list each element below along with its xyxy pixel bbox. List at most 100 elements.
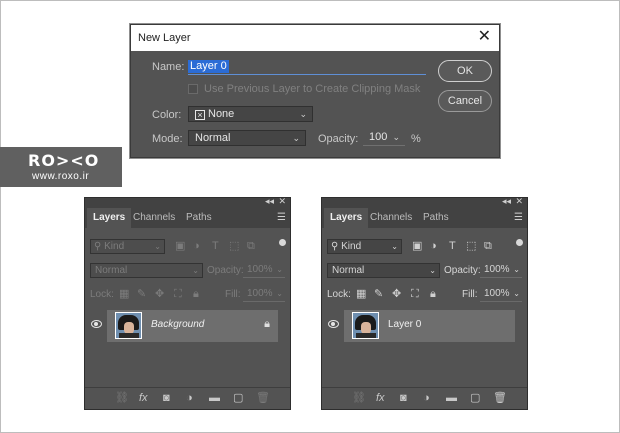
- lock-transparent-icon[interactable]: ▦: [356, 288, 366, 300]
- dialog-titlebar: New Layer ✕: [131, 25, 499, 51]
- fx-icon[interactable]: fx: [139, 392, 148, 404]
- panel-footer: ⛓ fx ◙ ◑ ▬ ▢ 🗑︎: [85, 387, 290, 409]
- fill-value: 100%: [247, 288, 273, 299]
- chevron-down-icon: ⌄: [513, 289, 520, 298]
- lock-all-icon[interactable]: 🔒︎: [193, 288, 199, 300]
- logo-mark: RO><O: [28, 151, 100, 170]
- group-folder-icon[interactable]: ▬: [209, 392, 220, 404]
- lock-all-icon[interactable]: 🔒︎: [430, 288, 436, 300]
- layer-row-background[interactable]: Background 🔒︎: [85, 310, 290, 342]
- add-mask-icon[interactable]: ◙: [163, 392, 170, 404]
- layer-name[interactable]: Background: [151, 319, 204, 330]
- fx-icon[interactable]: fx: [376, 392, 385, 404]
- opacity-input[interactable]: 100% ⌄: [480, 263, 522, 278]
- blend-mode-select[interactable]: Normal ⌄: [90, 263, 203, 278]
- adjustment-filter-icon[interactable]: ◑: [430, 240, 437, 252]
- collapse-icon[interactable]: ◂◂: [265, 196, 274, 207]
- link-layers-icon[interactable]: ⛓: [115, 392, 129, 404]
- tab-paths[interactable]: Paths: [417, 208, 455, 228]
- clipping-mask-checkbox[interactable]: [188, 84, 198, 94]
- filter-kind-select[interactable]: ⚲ Kind ⌄: [327, 239, 402, 254]
- adjustment-layer-icon[interactable]: ◑: [186, 392, 193, 404]
- panel-header: ◂◂ ✕: [85, 196, 290, 208]
- opacity-label: Opacity:: [207, 265, 244, 276]
- layer-name[interactable]: Layer 0: [388, 319, 421, 330]
- filter-toggle-icon[interactable]: [516, 239, 523, 246]
- tab-channels[interactable]: Channels: [127, 208, 181, 228]
- fill-input[interactable]: 100% ⌄: [243, 287, 285, 302]
- blend-mode-select[interactable]: Normal ⌄: [327, 263, 440, 278]
- lock-position-icon[interactable]: ✥: [155, 288, 164, 300]
- cancel-button[interactable]: Cancel: [438, 90, 492, 112]
- lock-label: Lock:: [327, 289, 351, 300]
- new-layer-dialog: New Layer ✕ Name: Layer 0 Use Previous L…: [130, 24, 500, 158]
- filter-kind-select[interactable]: ⚲ Kind ⌄: [90, 239, 165, 254]
- type-filter-icon[interactable]: T: [449, 240, 456, 252]
- adjustment-layer-icon[interactable]: ◑: [423, 392, 430, 404]
- chevron-down-icon: ⌄: [429, 266, 436, 275]
- tab-layers[interactable]: Layers: [324, 208, 369, 228]
- group-folder-icon[interactable]: ▬: [446, 392, 457, 404]
- shape-filter-icon[interactable]: ⬚: [466, 240, 476, 252]
- filter-row: ⚲ Kind ⌄ ▣ ◑ T ⬚ ⧉: [322, 238, 527, 256]
- opacity-input[interactable]: 100% ⌄: [243, 263, 285, 278]
- chevron-down-icon: ⌄: [276, 289, 283, 298]
- panel-footer: ⛓ fx ◙ ◑ ▬ ▢ 🗑︎: [322, 387, 527, 409]
- close-icon[interactable]: ✕: [478, 28, 491, 46]
- filter-toggle-icon[interactable]: [279, 239, 286, 246]
- add-mask-icon[interactable]: ◙: [400, 392, 407, 404]
- trash-icon[interactable]: 🗑︎: [493, 392, 507, 404]
- panel-menu-icon[interactable]: ☰: [277, 212, 286, 223]
- layer-name-input[interactable]: Layer 0: [188, 60, 426, 75]
- layer-row-layer-0[interactable]: Layer 0: [322, 310, 527, 342]
- layer-lock-icon[interactable]: 🔒︎: [264, 318, 270, 331]
- chevron-down-icon: ⌄: [392, 132, 400, 142]
- visibility-eye-icon[interactable]: [91, 320, 102, 328]
- smart-object-filter-icon[interactable]: ⧉: [484, 240, 492, 252]
- new-layer-icon[interactable]: ▢: [470, 392, 480, 404]
- opacity-unit: %: [411, 133, 421, 145]
- blend-mode-value: Normal: [332, 265, 365, 276]
- lock-row: Lock: ▦ ✎ ✥ ⛶ 🔒︎ Fill: 100% ⌄: [322, 286, 527, 304]
- lock-brush-icon[interactable]: ✎: [137, 288, 146, 300]
- opacity-value: 100%: [247, 264, 273, 275]
- lock-transparent-icon[interactable]: ▦: [119, 288, 129, 300]
- chevron-down-icon: ⌄: [299, 109, 307, 119]
- search-icon: ⚲: [94, 241, 102, 252]
- lock-artboard-icon[interactable]: ⛶: [174, 288, 182, 300]
- tab-paths[interactable]: Paths: [180, 208, 218, 228]
- clipping-mask-label: Use Previous Layer to Create Clipping Ma…: [204, 83, 421, 95]
- panel-menu-icon[interactable]: ☰: [514, 212, 523, 223]
- tab-channels[interactable]: Channels: [364, 208, 418, 228]
- ok-button[interactable]: OK: [438, 60, 492, 82]
- close-icon[interactable]: ✕: [515, 196, 523, 207]
- type-filter-icon[interactable]: T: [212, 240, 219, 252]
- chevron-down-icon: ⌄: [513, 265, 520, 274]
- shape-filter-icon[interactable]: ⬚: [229, 240, 239, 252]
- smart-object-filter-icon[interactable]: ⧉: [247, 240, 255, 252]
- lock-position-icon[interactable]: ✥: [392, 288, 401, 300]
- chevron-down-icon: ⌄: [192, 266, 199, 275]
- pixel-filter-icon[interactable]: ▣: [412, 240, 422, 252]
- new-layer-icon[interactable]: ▢: [233, 392, 243, 404]
- opacity-input[interactable]: 100 ⌄: [363, 130, 405, 146]
- visibility-eye-icon[interactable]: [328, 320, 339, 328]
- fill-input[interactable]: 100% ⌄: [480, 287, 522, 302]
- tab-layers[interactable]: Layers: [87, 208, 132, 228]
- close-icon[interactable]: ✕: [278, 196, 286, 207]
- pixel-filter-icon[interactable]: ▣: [175, 240, 185, 252]
- logo-url: www.roxo.ir: [32, 171, 90, 182]
- lock-artboard-icon[interactable]: ⛶: [411, 288, 419, 300]
- adjustment-filter-icon[interactable]: ◑: [193, 240, 200, 252]
- color-select[interactable]: × None ⌄: [188, 106, 313, 122]
- blend-mode-value: Normal: [95, 265, 128, 276]
- link-layers-icon[interactable]: ⛓: [352, 392, 366, 404]
- collapse-icon[interactable]: ◂◂: [502, 196, 511, 207]
- name-label: Name:: [152, 61, 185, 73]
- trash-icon[interactable]: 🗑︎: [256, 392, 270, 404]
- mode-select[interactable]: Normal ⌄: [188, 130, 306, 146]
- lock-brush-icon[interactable]: ✎: [374, 288, 383, 300]
- color-label: Color:: [152, 109, 182, 121]
- chevron-down-icon: ⌄: [391, 242, 398, 251]
- kind-label: Kind: [341, 241, 362, 252]
